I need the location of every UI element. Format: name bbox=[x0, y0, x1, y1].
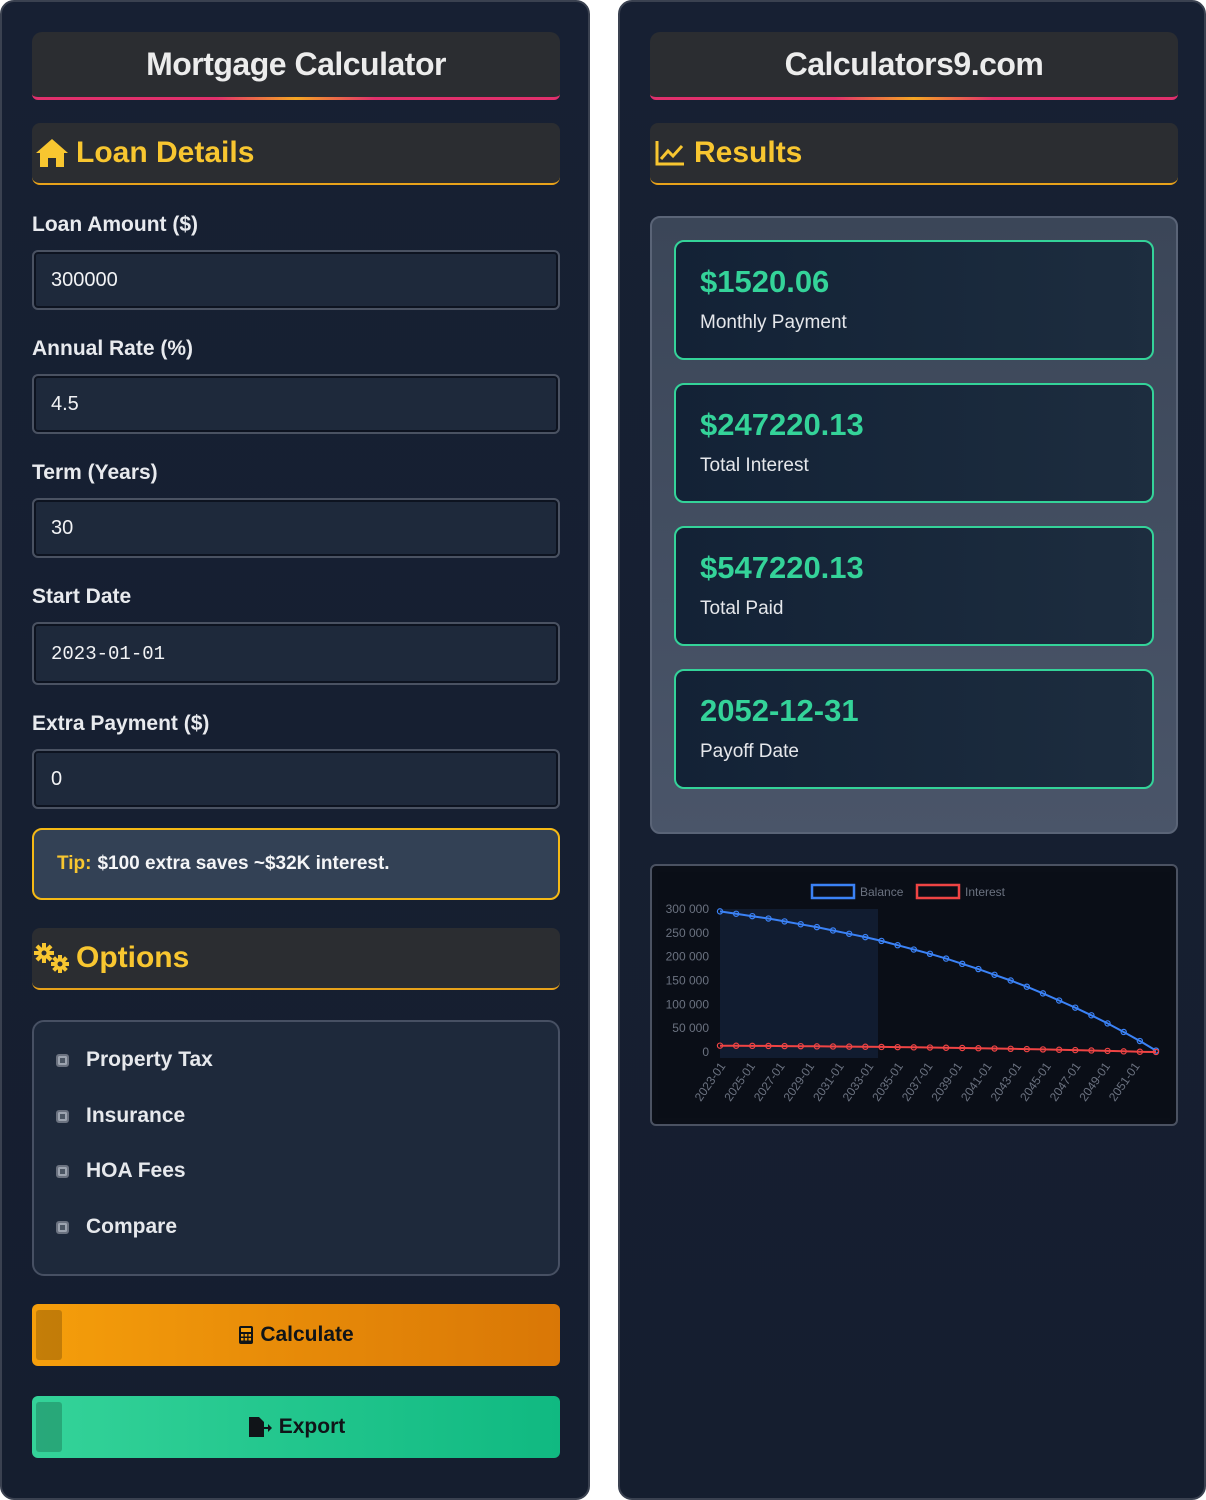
monthly-payment-label: Monthly Payment bbox=[700, 312, 847, 333]
site-title: Calculators9.com bbox=[650, 32, 1178, 100]
results-panel: Calculators9.com Results $1520.06 Monthl… bbox=[618, 0, 1206, 1500]
total-paid-label: Total Paid bbox=[700, 598, 784, 619]
y-tick-label: 50 000 bbox=[672, 1021, 709, 1035]
loan-amount-label: Loan Amount ($) bbox=[32, 213, 199, 236]
options-title: Options bbox=[76, 941, 190, 974]
loan-details-header: Loan Details bbox=[32, 123, 560, 185]
loan-amount-input[interactable]: 300000 bbox=[32, 250, 560, 310]
payoff-date-card: 2052-12-31 Payoff Date bbox=[674, 669, 1154, 789]
extra-payment-input[interactable]: 0 bbox=[32, 749, 560, 809]
amortization-chart: Balance Interest 300 000 250 000 200 000 150 … bbox=[650, 864, 1178, 1126]
chart-highlight-region bbox=[720, 909, 878, 1058]
calculator-panel: Mortgage Calculator Loan Details Loan Am… bbox=[0, 0, 590, 1500]
checkbox[interactable] bbox=[56, 1109, 69, 1123]
calculate-label: Calculate bbox=[260, 1323, 354, 1346]
y-tick-label: 300 000 bbox=[666, 902, 710, 916]
y-tick-label: 200 000 bbox=[666, 950, 710, 964]
total-interest-label: Total Interest bbox=[700, 455, 809, 476]
start-date-label: Start Date bbox=[32, 585, 132, 608]
option-hoa-fees[interactable]: HOA Fees bbox=[56, 1159, 186, 1183]
results-box: $1520.06 Monthly Payment $247220.13 Tota… bbox=[650, 216, 1178, 834]
annual-rate-label: Annual Rate (%) bbox=[32, 337, 194, 360]
option-insurance[interactable]: Insurance bbox=[56, 1104, 185, 1128]
legend-label-interest: Interest bbox=[965, 885, 1006, 899]
term-label: Term (Years) bbox=[32, 461, 158, 484]
annual-rate-input[interactable]: 4.5 bbox=[32, 374, 560, 434]
option-label: Insurance bbox=[86, 1104, 186, 1127]
file-export-icon bbox=[247, 1416, 273, 1438]
option-property-tax[interactable]: Property Tax bbox=[56, 1048, 213, 1072]
results-header: Results bbox=[650, 123, 1178, 185]
option-label: Property Tax bbox=[86, 1048, 213, 1071]
monthly-payment-value: $1520.06 bbox=[700, 264, 830, 299]
chart-canvas: Balance Interest 300 000 250 000 200 000 150 … bbox=[658, 872, 1170, 1118]
start-date-input[interactable]: 2023-01-01 bbox=[32, 622, 560, 685]
options-header: Options bbox=[32, 928, 560, 990]
extra-payment-label: Extra Payment ($) bbox=[32, 712, 210, 735]
y-tick-label: 250 000 bbox=[666, 926, 710, 940]
option-label: Compare bbox=[86, 1215, 178, 1238]
legend-label-balance: Balance bbox=[860, 885, 904, 899]
chart-line-icon bbox=[650, 133, 690, 173]
total-interest-value: $247220.13 bbox=[700, 407, 864, 442]
tip-box: Tip: $100 extra saves ~$32K interest. bbox=[32, 828, 560, 900]
export-button[interactable]: Export bbox=[32, 1396, 560, 1458]
loan-details-title: Loan Details bbox=[76, 136, 255, 169]
calculator-icon bbox=[238, 1325, 254, 1345]
options-list: Property Tax Insurance HOA Fees Compare bbox=[32, 1020, 560, 1276]
payoff-date-label: Payoff Date bbox=[700, 741, 799, 762]
gears-icon bbox=[32, 938, 72, 978]
checkbox[interactable] bbox=[56, 1053, 69, 1067]
tip-label: Tip: bbox=[57, 853, 92, 874]
checkbox[interactable] bbox=[56, 1220, 69, 1234]
total-paid-card: $547220.13 Total Paid bbox=[674, 526, 1154, 646]
total-interest-card: $247220.13 Total Interest bbox=[674, 383, 1154, 503]
option-label: HOA Fees bbox=[86, 1159, 186, 1182]
results-title: Results bbox=[694, 136, 803, 169]
home-icon bbox=[32, 133, 72, 173]
export-label: Export bbox=[278, 1415, 346, 1438]
y-tick-label: 100 000 bbox=[666, 997, 710, 1011]
payoff-date-value: 2052-12-31 bbox=[700, 693, 859, 728]
term-input[interactable]: 30 bbox=[32, 498, 560, 558]
y-tick-label: 0 bbox=[702, 1045, 709, 1059]
y-tick-label: 150 000 bbox=[666, 974, 710, 988]
total-paid-value: $547220.13 bbox=[700, 550, 864, 585]
calculate-button[interactable]: Calculate bbox=[32, 1304, 560, 1366]
monthly-payment-card: $1520.06 Monthly Payment bbox=[674, 240, 1154, 360]
app-title: Mortgage Calculator bbox=[32, 32, 560, 100]
tip-text: $100 extra saves ~$32K interest. bbox=[97, 853, 390, 874]
option-compare[interactable]: Compare bbox=[56, 1215, 177, 1239]
checkbox[interactable] bbox=[56, 1164, 69, 1178]
